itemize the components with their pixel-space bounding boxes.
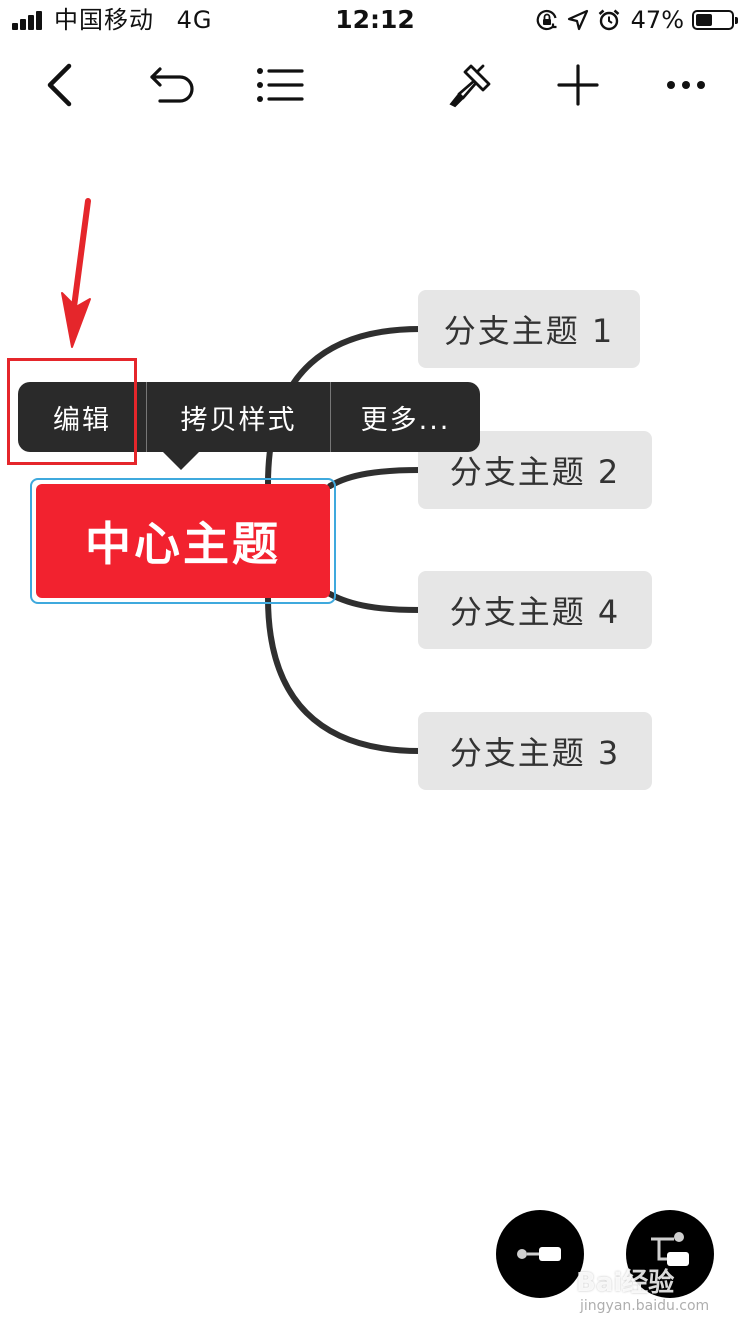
- watermark: Bai经验 jingyan.baidu.com: [576, 1262, 736, 1322]
- outline-list-icon: [257, 68, 304, 102]
- add-icon: [557, 64, 599, 106]
- menu-item-label: 拷贝样式: [180, 404, 297, 436]
- branch-topic-label: 分支主题 4: [449, 593, 621, 631]
- more-icon: [667, 81, 705, 89]
- back-button[interactable]: [30, 58, 90, 112]
- add-button[interactable]: [548, 58, 608, 112]
- connector-branch-4: [327, 591, 423, 613]
- add-subtopic-icon: [517, 1247, 561, 1261]
- format-brush-icon: [449, 64, 491, 108]
- central-topic-label: 中心主题: [85, 517, 281, 571]
- status-icons: 47%: [535, 6, 738, 34]
- add-subtopic-button[interactable]: [496, 1210, 584, 1298]
- orientation-lock-icon: [536, 9, 557, 31]
- format-button[interactable]: [440, 58, 500, 112]
- menu-item-more[interactable]: 更多...: [330, 382, 480, 452]
- undo-button[interactable]: [142, 58, 202, 112]
- branch-connectors: [265, 326, 423, 754]
- branch-topic-label: 分支主题 1: [443, 312, 615, 350]
- battery-icon: [692, 10, 738, 30]
- connector-branch-3: [265, 595, 423, 754]
- menu-item-copy-style[interactable]: 拷贝样式: [146, 382, 330, 452]
- annotation-arrow-icon: [61, 198, 91, 348]
- connector-branch-2: [327, 467, 423, 489]
- branch-topic-3[interactable]: 分支主题 3: [418, 712, 652, 790]
- alarm-icon: [598, 9, 620, 31]
- outline-button[interactable]: [250, 58, 310, 112]
- branch-topic-label: 分支主题 3: [449, 734, 621, 772]
- back-icon: [47, 63, 72, 107]
- menu-item-label: 更多...: [360, 404, 451, 436]
- more-button[interactable]: [656, 58, 716, 112]
- battery-percent: 47%: [630, 6, 684, 34]
- branch-topic-label: 分支主题 2: [449, 453, 621, 491]
- annotation-highlight-box: [7, 358, 137, 465]
- location-icon: [567, 9, 588, 31]
- central-topic[interactable]: 中心主题: [36, 484, 330, 598]
- status-bar: 中国移动 4G 12:12 47%: [0, 0, 750, 40]
- branch-topic-1[interactable]: 分支主题 1: [418, 290, 640, 368]
- battery-level-fill: [696, 14, 712, 26]
- branch-topic-4[interactable]: 分支主题 4: [418, 571, 652, 649]
- watermark-logo: Bai经验: [576, 1268, 675, 1298]
- watermark-url: jingyan.baidu.com: [580, 1298, 710, 1314]
- undo-icon: [150, 67, 194, 103]
- mindmap-canvas[interactable]: 分支主题 1 分支主题 2 分支主题 4 分支主题 3 中心主题 编辑 拷贝样式…: [0, 120, 750, 1180]
